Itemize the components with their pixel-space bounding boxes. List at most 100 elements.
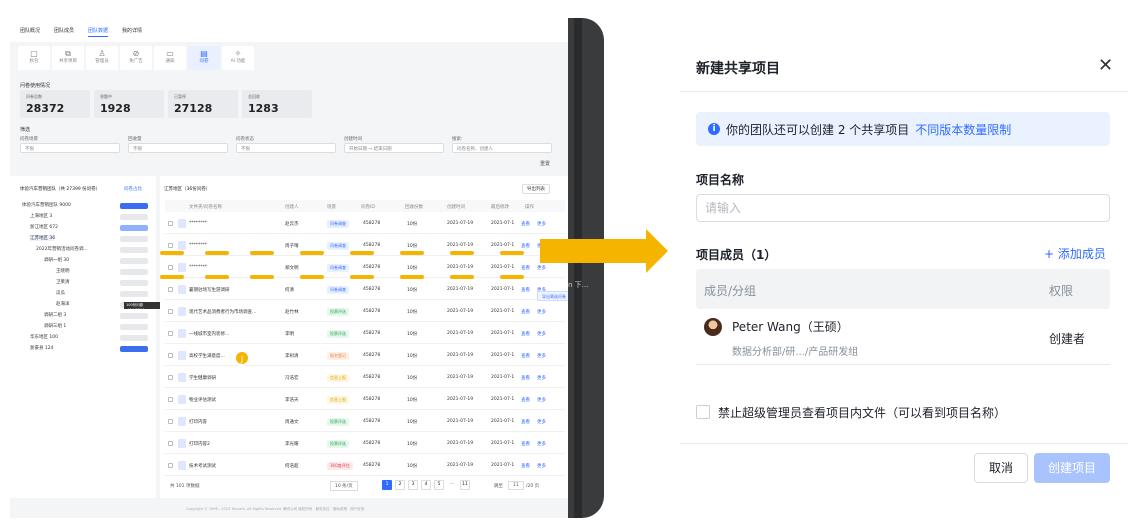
icon-tab-no-ads[interactable]: ⊘ 免广告: [120, 46, 152, 70]
row-name[interactable]: 打印内容2: [189, 441, 210, 447]
row-view-link[interactable]: 查看: [521, 397, 530, 403]
row-checkbox[interactable]: [168, 419, 173, 424]
project-name-input[interactable]: [696, 194, 1110, 222]
row-checkbox[interactable]: [168, 463, 173, 468]
row-more-link[interactable]: 更多: [537, 397, 546, 403]
row-name[interactable]: 一线城市室内装修...: [189, 331, 229, 337]
row-more-link[interactable]: 更多: [537, 463, 546, 469]
row-checkbox[interactable]: [168, 397, 173, 402]
member-role[interactable]: 创建者: [1049, 330, 1085, 347]
row-more-link[interactable]: 更多: [537, 221, 546, 227]
row-name[interactable]: ********: [189, 265, 207, 270]
forbid-admin-checkbox[interactable]: [696, 405, 710, 419]
create-project-button[interactable]: 创建项目: [1034, 453, 1110, 483]
export-button[interactable]: 导出列表: [522, 184, 550, 194]
page-size-select[interactable]: 10 条/页: [330, 481, 358, 491]
table-row[interactable]: 一线城市室内装修... 李明 投票评选 458278 10份 2021-07-19 2021…: [165, 324, 565, 344]
tab-overview[interactable]: 团队概况: [20, 27, 40, 42]
row-view-link[interactable]: 查看: [521, 243, 530, 249]
row-view-link[interactable]: 查看: [521, 375, 530, 381]
table-row[interactable]: 打印内容2 李光耀 投票评选 458278 10份 2021-07-19 2021-07-1…: [165, 434, 565, 454]
tree-member[interactable]: 赵海洋: [56, 301, 70, 307]
row-view-link[interactable]: 查看: [521, 287, 530, 293]
scrollbar[interactable]: [574, 18, 582, 518]
row-more-link[interactable]: 更多: [537, 375, 546, 381]
row-name[interactable]: 技术考试测试: [189, 463, 216, 469]
row-checkbox[interactable]: [168, 221, 173, 226]
row-view-link[interactable]: 查看: [521, 463, 530, 469]
scene-select[interactable]: 不限: [20, 143, 120, 153]
row-more-link[interactable]: 更多: [537, 309, 546, 315]
row-view-link[interactable]: 查看: [521, 221, 530, 227]
row-more-link[interactable]: 更多: [537, 353, 546, 359]
tree-node[interactable]: 2022年营销活动问卷调...: [36, 246, 88, 252]
tree-node-selected[interactable]: 江苏地区 36: [30, 235, 56, 241]
cancel-button[interactable]: 取消: [974, 453, 1028, 483]
row-checkbox[interactable]: [168, 375, 173, 380]
tree-node[interactable]: 上海地区 3: [30, 213, 52, 219]
tree-node[interactable]: 浙豪县 124: [30, 345, 54, 351]
table-row[interactable]: 打印内容 周通文 投票评选 458278 10份 2021-07-19 2021-07-1 查…: [165, 412, 565, 432]
table-row[interactable]: 暑期驻场写生游调研 何清 问卷调查 458278 10份 2021-07-19 2021-0…: [165, 280, 565, 300]
row-view-link[interactable]: 查看: [521, 419, 530, 425]
tree-node[interactable]: 调研一组 30: [44, 257, 69, 263]
row-name[interactable]: 物业评估测试: [189, 397, 216, 403]
table-row[interactable]: 学生健康调研 冯浩宏 信息上报 458278 10份 2021-07-19 2021-07-…: [165, 368, 565, 388]
page-button[interactable]: 3: [408, 480, 418, 490]
row-name[interactable]: ********: [189, 221, 207, 226]
row-checkbox[interactable]: [168, 331, 173, 336]
page-button[interactable]: 4: [421, 480, 431, 490]
table-row[interactable]: 现代艺术品消费者行为市场调查... 赵竹林 投票评选 458278 10份 2021-07…: [165, 302, 565, 322]
row-name[interactable]: 现代艺术品消费者行为市场调查...: [189, 309, 256, 315]
close-icon[interactable]: ✕: [1098, 55, 1113, 76]
icon-tab-admin[interactable]: ♙ 管理员: [86, 46, 118, 70]
row-name[interactable]: 打印内容: [189, 419, 207, 425]
row-checkbox[interactable]: [168, 353, 173, 358]
page-button[interactable]: 11: [460, 480, 470, 490]
row-name[interactable]: 学生健康调研: [189, 375, 216, 381]
page-button[interactable]: 5: [434, 480, 444, 490]
row-checkbox[interactable]: [168, 243, 173, 248]
row-checkbox[interactable]: [168, 265, 173, 270]
add-member-button[interactable]: + 添加成员: [1044, 245, 1106, 262]
table-row[interactable]: 技术考试测试 何浩超 360度评估 458278 10份 2021-07-19 2021-0…: [165, 456, 565, 476]
row-view-link[interactable]: 查看: [521, 265, 530, 271]
icon-tab-wallet[interactable]: ▢ 秋包: [18, 46, 50, 70]
version-limit-link[interactable]: 不同版本数量限制: [915, 123, 1011, 137]
status-select[interactable]: 不限: [236, 143, 336, 153]
icon-tab-survey[interactable]: ▤ 问卷: [188, 46, 220, 70]
table-row[interactable]: 高校学生满意度... 李树清 报名登记 458278 10份 2021-07-19 2021…: [165, 346, 565, 366]
member-row[interactable]: Peter Wang（王硕） 数据分析部/研.../产品研发组 创建者: [696, 309, 1110, 365]
row-name[interactable]: ********: [189, 243, 207, 248]
table-row[interactable]: 物业评估测试 李浩天 信息上报 458278 10份 2021-07-19 2021-07-…: [165, 390, 565, 410]
page-button[interactable]: 1: [382, 480, 392, 490]
row-more-link[interactable]: 更多: [537, 419, 546, 425]
date-range-picker[interactable]: 开始日期 → 结束日期: [344, 143, 444, 153]
row-view-link[interactable]: 查看: [521, 309, 530, 315]
row-checkbox[interactable]: [168, 441, 173, 446]
tab-my-details[interactable]: 我的详情: [122, 27, 142, 42]
row-more-link[interactable]: 更多: [537, 265, 546, 271]
row-name[interactable]: 高校学生满意度...: [189, 353, 225, 359]
row-checkbox[interactable]: [168, 309, 173, 314]
tree-node[interactable]: 华东地区 100: [30, 334, 58, 340]
reset-button[interactable]: 重置: [540, 160, 550, 167]
row-view-link[interactable]: 查看: [521, 441, 530, 447]
table-row[interactable]: ******** 赵云杰 问卷调查 458278 10份 2021-07-19 2021-0…: [165, 214, 565, 234]
icon-tab-ai[interactable]: ✧ AI 功能: [222, 46, 254, 70]
icon-tab-shared[interactable]: ⧉ 共享项目: [52, 46, 84, 70]
tree-node[interactable]: 调研三组 1: [44, 323, 66, 329]
count-select[interactable]: 不限: [128, 143, 228, 153]
row-checkbox[interactable]: [168, 287, 173, 292]
tree-member[interactable]: 王晓明: [56, 268, 70, 274]
icon-tab-notice[interactable]: ▭ 通知: [154, 46, 186, 70]
row-view-link[interactable]: 查看: [521, 353, 530, 359]
tree-node[interactable]: 浙江地区 672: [30, 224, 58, 230]
tree-member[interactable]: 卫莱清: [56, 279, 70, 285]
row-name[interactable]: 暑期驻场写生游调研: [189, 287, 230, 293]
tab-data[interactable]: 团队数据: [88, 27, 109, 37]
row-more-link[interactable]: 更多: [537, 331, 546, 337]
row-view-link[interactable]: 查看: [521, 331, 530, 337]
search-input[interactable]: 问卷名称、创建人: [452, 143, 552, 153]
row-more-link[interactable]: 更多: [537, 441, 546, 447]
